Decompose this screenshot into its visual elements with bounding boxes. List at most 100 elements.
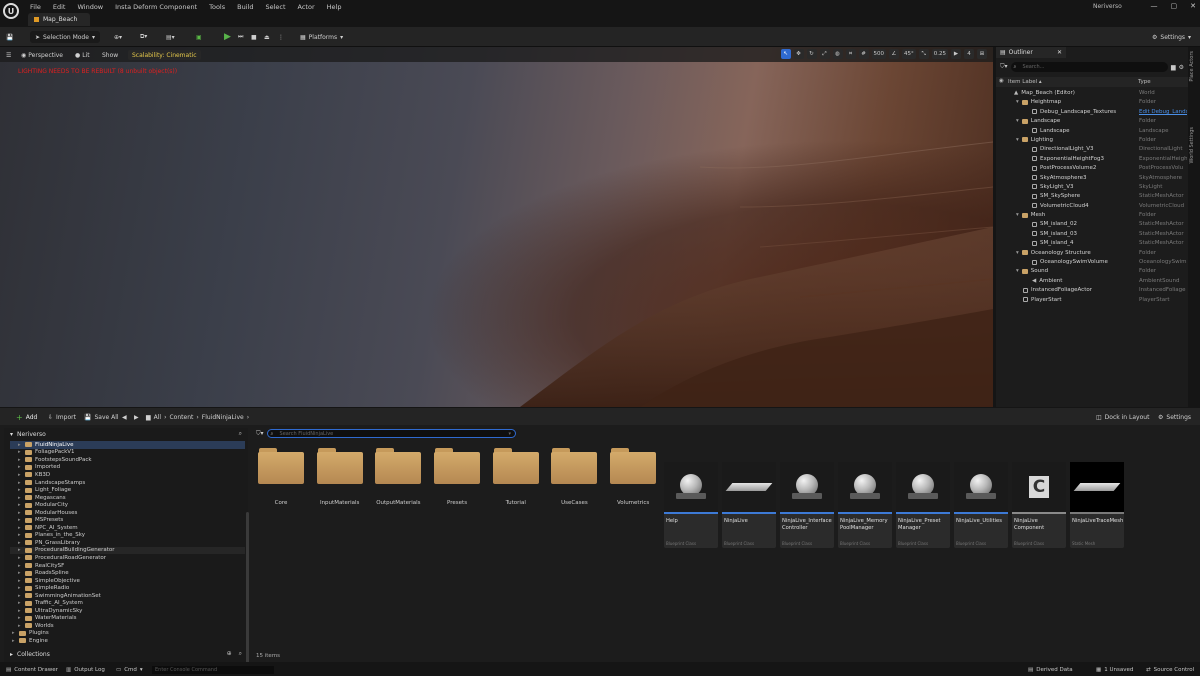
chevron-right-icon[interactable]: ▸ — [18, 502, 25, 508]
add-button[interactable]: + Add — [16, 412, 37, 422]
rotate-snap-value[interactable]: 45° — [902, 49, 916, 59]
eject-icon[interactable]: ⏏ — [264, 31, 270, 43]
add-collection-icon[interactable]: ⊕ — [227, 650, 232, 658]
chevron-right-icon[interactable]: ▸ — [18, 563, 25, 569]
select-tool-icon[interactable]: ↖ — [780, 49, 791, 59]
breadcrumb-all[interactable]: All — [154, 414, 161, 421]
sources-header[interactable]: ▾ Neriverso ⌕ — [4, 428, 248, 440]
console-input[interactable]: Enter Console Command — [152, 665, 274, 674]
folder-tree-item[interactable]: ▸ KB3D — [10, 471, 245, 479]
asset-tile[interactable]: NinjaLive Blueprint Class — [722, 462, 776, 548]
dock-in-layout-button[interactable]: ◫ Dock in Layout — [1096, 412, 1149, 422]
add-folder-icon[interactable]: ▆ — [1171, 64, 1176, 71]
unsaved-button[interactable]: ▦ 1 Unsaved — [1096, 665, 1133, 674]
asset-tile[interactable]: NinjaLiveTraceMesh Static Mesh — [1070, 462, 1124, 548]
folder-tile[interactable]: UseCases — [551, 448, 610, 528]
asset-tile[interactable]: Help Blueprint Class — [664, 462, 718, 548]
outliner-row[interactable]: InstancedFoliageActor InstancedFoliage — [996, 286, 1188, 295]
maximize-icon[interactable]: ▢ — [1171, 2, 1178, 10]
grid-snap-icon[interactable]: # — [858, 49, 869, 59]
add-actor-icon[interactable]: ⊕▾ — [114, 31, 122, 43]
chevron-right-icon[interactable]: ▸ — [18, 487, 25, 493]
outliner-tab[interactable]: ▤ Outliner ✕ — [996, 47, 1066, 58]
outliner-row[interactable]: ▾ Landscape Folder — [996, 117, 1188, 126]
menu-actor[interactable]: Actor — [298, 3, 315, 11]
menu-insta-deform[interactable]: Insta Deform Component — [115, 3, 197, 11]
chevron-right-icon[interactable]: ▸ — [18, 495, 25, 501]
menu-tools[interactable]: Tools — [209, 3, 225, 11]
content-drawer-button[interactable]: ▤ Content Drawer — [6, 665, 58, 674]
chevron-right-icon[interactable]: ▸ — [18, 472, 25, 478]
asset-tile[interactable]: NinjaLive_Preset Manager Blueprint Class — [896, 462, 950, 548]
chevron-right-icon[interactable]: ▸ — [18, 578, 25, 584]
stop-icon[interactable]: ■ — [251, 31, 257, 43]
chevron-right-icon[interactable]: ▸ — [18, 600, 25, 606]
step-icon[interactable]: ⏭ — [238, 31, 243, 43]
folder-tile[interactable]: Presets — [434, 448, 493, 528]
world-settings-tab[interactable]: World Settings — [1189, 127, 1195, 163]
settings-dropdown[interactable]: ⚙ Settings ▾ — [1152, 31, 1191, 43]
output-log-button[interactable]: ▥ Output Log — [66, 665, 105, 674]
folder-tree-item[interactable]: ▸ Plugins — [10, 630, 245, 638]
rotate-snap-icon[interactable]: ∠ — [889, 49, 899, 59]
modes-icon[interactable]: ▣ — [196, 31, 202, 43]
chevron-down-icon[interactable]: ▾ — [1016, 212, 1019, 218]
world-space-icon[interactable]: ◍ — [832, 49, 843, 59]
outliner-row[interactable]: ExponentialHeightFog3 ExponentialHeight — [996, 155, 1188, 164]
folder-tree-item[interactable]: ▸ RoadsSpline — [10, 569, 245, 577]
folder-tree-item[interactable]: ▸ SimpleObjective — [10, 577, 245, 585]
grid-snap-value[interactable]: 500 — [871, 49, 886, 59]
menu-edit[interactable]: Edit — [53, 3, 66, 11]
column-type[interactable]: Type — [1138, 79, 1151, 85]
chevron-right-icon[interactable]: ▸ — [18, 464, 25, 470]
folder-tree-item[interactable]: ▸ MSPresets — [10, 516, 245, 524]
lit-button[interactable]: ● Lit — [75, 50, 90, 60]
folder-tree-item[interactable]: ▸ FoliagePackV1 — [10, 449, 245, 457]
level-viewport[interactable]: ☰ ◉ Perspective ● Lit Show Scalability: … — [0, 47, 993, 407]
outliner-settings-icon[interactable]: ⚙ — [1179, 64, 1184, 71]
translate-tool-icon[interactable]: ✥ — [793, 49, 804, 59]
chevron-right-icon[interactable]: ▸ — [18, 517, 25, 523]
outliner-search-input[interactable]: ⌕ Search... — [1010, 62, 1168, 72]
chevron-right-icon[interactable]: ▸ — [12, 630, 19, 636]
save-all-button[interactable]: 💾 Save All — [84, 412, 119, 422]
chevron-down-icon[interactable]: ▾ — [1016, 250, 1019, 256]
camera-speed-icon[interactable]: ▶ — [951, 49, 961, 59]
minimize-icon[interactable]: — — [1151, 2, 1158, 10]
breadcrumb-content[interactable]: Content — [169, 414, 193, 421]
folder-tile[interactable]: OutputMaterials — [375, 448, 434, 528]
outliner-row[interactable]: Landscape Landscape — [996, 127, 1188, 136]
folder-tree-item[interactable]: ▸ Engine — [10, 637, 245, 645]
back-icon[interactable]: ◀ — [122, 412, 127, 422]
platforms-dropdown[interactable]: ▦ Platforms ▾ — [300, 31, 343, 43]
folder-tree-item[interactable]: ▸ NPC_AI_System — [10, 524, 245, 532]
folder-tree-item[interactable]: ▸ ModularHouses — [10, 509, 245, 517]
chevron-right-icon[interactable]: ▸ — [18, 585, 25, 591]
folder-tile[interactable]: InputMaterials — [316, 448, 376, 528]
derived-data-button[interactable]: ▤ Derived Data — [1028, 665, 1073, 674]
outliner-row[interactable]: SM_island_4 StaticMeshActor — [996, 239, 1188, 248]
outliner-row[interactable]: SM_SkySphere StaticMeshActor — [996, 192, 1188, 201]
folder-tree-item[interactable]: ▸ Worlds — [10, 622, 245, 630]
show-button[interactable]: Show — [102, 50, 118, 60]
outliner-row[interactable]: SM_island_02 StaticMeshActor — [996, 220, 1188, 229]
menu-help[interactable]: Help — [327, 3, 342, 11]
folder-tile[interactable]: Core — [258, 448, 317, 528]
level-tab[interactable]: Map_Beach — [28, 13, 90, 26]
chevron-right-icon[interactable]: ▸ — [18, 615, 25, 621]
chevron-right-icon[interactable]: ▸ — [18, 457, 25, 463]
scale-snap-icon[interactable]: ⤡ — [918, 49, 929, 59]
perspective-button[interactable]: ◉ Perspective — [21, 50, 63, 60]
scale-tool-icon[interactable]: ⤢ — [819, 49, 830, 59]
import-button[interactable]: ⇩ Import — [48, 412, 76, 422]
folder-tree-item[interactable]: ▸ Planes_in_the_Sky — [10, 532, 245, 540]
chevron-right-icon[interactable]: ▸ — [18, 623, 25, 629]
folder-tree-item[interactable]: ▸ ProceduralBuildingGenerator — [10, 546, 245, 555]
folder-tree-item[interactable]: ▸ Traffic_AI_System — [10, 599, 245, 607]
outliner-row[interactable]: Debug_Landscape_Textures Edit Debug_Lands — [996, 108, 1188, 117]
chevron-right-icon[interactable]: ▸ — [12, 638, 19, 644]
outliner-row[interactable]: DirectionalLight_V3 DirectionalLight — [996, 145, 1188, 154]
folder-tree-item[interactable]: ▸ WaterMaterials — [10, 615, 245, 623]
outliner-row[interactable]: PostProcessVolume2 PostProcessVolu — [996, 164, 1188, 173]
outliner-row[interactable]: OceanologySwimVolume OceanologySwim — [996, 258, 1188, 267]
